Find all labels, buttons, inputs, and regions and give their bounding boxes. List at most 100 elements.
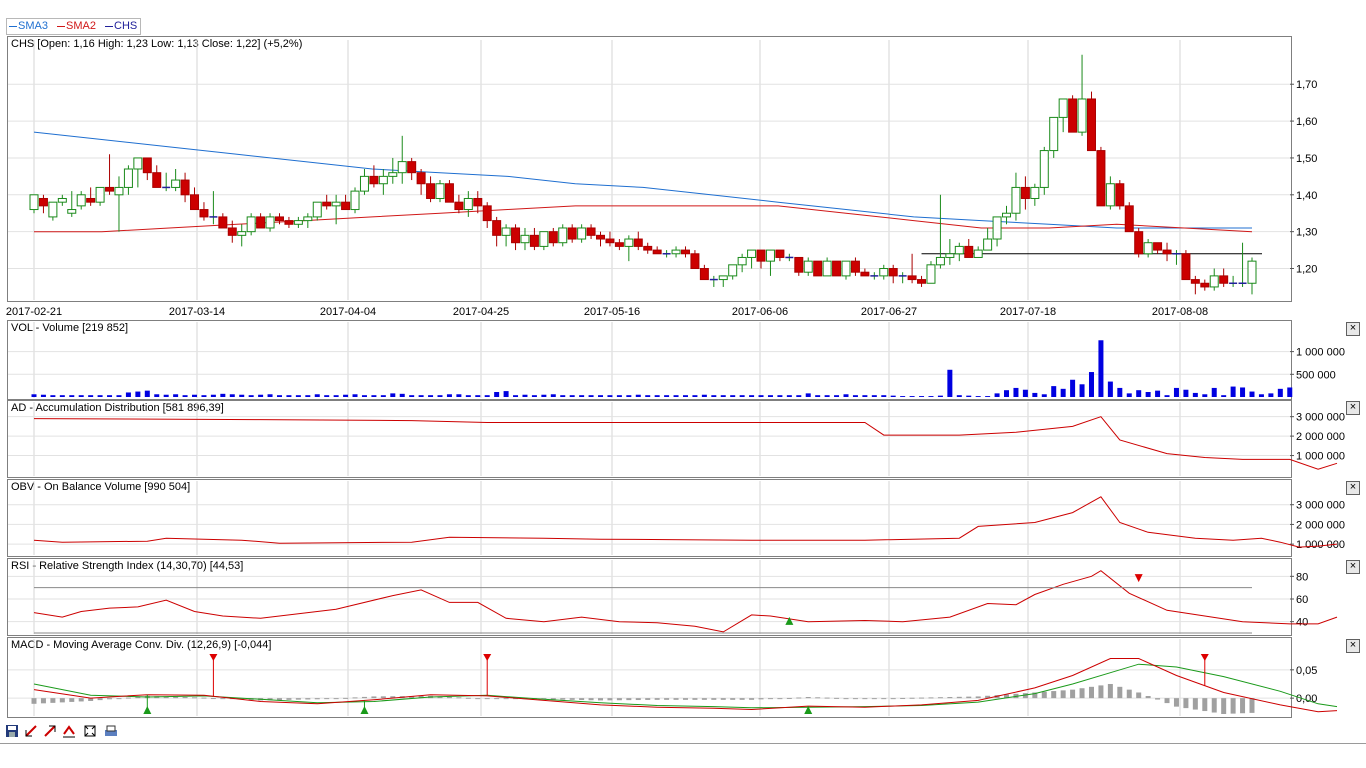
macd-histogram-bar [333,698,339,700]
candle-body [482,205,492,222]
candle-body [1020,186,1030,199]
candle-body [114,186,124,196]
macd-histogram-bar [192,697,198,699]
volume-bar [1126,393,1132,397]
close-rsi-panel-button[interactable]: × [1346,560,1360,574]
macd-signal-line [33,663,1338,709]
candle-body [888,268,898,277]
volume-bar [513,395,519,397]
candle-body [1143,242,1153,255]
macd-histogram-bar [607,698,613,701]
macd-histogram-bar [711,698,717,700]
candle-body [1134,231,1144,255]
macd-histogram-bar [1070,689,1076,699]
volume-bar [730,395,736,397]
volume-bar [1022,389,1028,397]
volume-bar [446,394,452,397]
candle-body [1181,253,1191,281]
candle-body [945,253,955,258]
volume-bar [531,395,537,397]
macd-histogram-bar [40,698,46,704]
candle-body [964,245,974,258]
macd-histogram-bar [966,696,972,699]
volume-bar [1051,386,1057,397]
volume-bar [267,394,273,397]
volume-bar [1164,395,1170,397]
candle-body [67,209,77,214]
volume-bar [31,394,37,397]
candle-body [227,227,237,236]
candle-body [586,227,596,236]
vol-ytick-label-0: 500 000 [1296,369,1336,381]
macd-histogram-bar [59,698,65,703]
candle-body [756,249,766,262]
volume-bar [135,391,141,397]
volume-bar [475,395,481,397]
rsi-sell-marker [1134,574,1143,583]
volume-bar [484,395,490,397]
macd-histogram-bar [682,698,688,700]
close-obv-panel-button[interactable]: × [1346,481,1360,495]
macd-histogram-bar [616,698,622,701]
macd-sell-marker [483,654,492,661]
volume-bar [579,395,585,397]
reset-zoom-icon[interactable] [61,724,77,740]
date-label-6: 2017-06-27 [861,306,917,318]
fit-icon[interactable] [82,724,98,740]
candle-body [359,175,369,192]
candle-body [199,209,209,218]
volume-bar [862,395,868,397]
macd-histogram-bar [928,697,934,699]
volume-bar [937,395,943,397]
print-icon[interactable] [103,724,119,740]
close-macd-panel-button[interactable]: × [1346,639,1360,653]
macd-histogram-bar [739,698,745,700]
candle-body [803,260,813,273]
candle-body [76,194,86,207]
volume-bar [682,395,688,397]
macd-histogram-bar [900,697,906,699]
zoom-out-icon[interactable] [42,724,58,740]
volume-bar [843,394,849,397]
save-icon[interactable] [4,724,20,740]
price-ytick-label-2: 1,40 [1296,190,1317,202]
volume-bar [59,395,65,397]
ad-ytick-label-1: 2 000 000 [1296,431,1345,443]
candle-body [1115,183,1125,207]
volume-bar [852,395,858,397]
candle-body [633,238,643,247]
candle-body [728,264,738,277]
close-ad-panel-button[interactable]: × [1346,401,1360,415]
candle-body [57,197,67,203]
volume-bar [324,395,330,397]
candle-body [1030,186,1040,199]
macd-histogram-bar [220,698,226,700]
volume-bar [409,395,415,397]
macd-histogram-bar [871,698,877,700]
volume-bar [380,395,386,397]
candle-body [652,249,662,255]
volume-bar [163,394,169,397]
candle-body [1190,279,1200,284]
volume-bar [418,395,424,397]
candle-body [331,201,341,207]
macd-histogram-bar [1173,698,1179,707]
candle-body [416,172,426,185]
volume-bar [805,393,811,397]
macd-histogram-bar [210,698,216,700]
zoom-in-icon[interactable] [23,724,39,740]
candle-body [548,231,558,244]
candle-body [605,238,615,244]
price-ytick-label-0: 1,20 [1296,264,1317,276]
macd-histogram-bar [626,698,632,701]
macd-histogram-bar [852,698,858,700]
volume-bar [881,395,887,397]
close-volume-panel-button[interactable]: × [1346,322,1360,336]
volume-bar [286,395,292,397]
macd-histogram-bar [664,698,670,700]
volume-bar [994,393,1000,397]
obv-ytick-label-0: 1 000 000 [1296,539,1345,551]
volume-bar [371,395,377,397]
volume-bar [550,394,556,397]
volume-bar [890,395,896,397]
